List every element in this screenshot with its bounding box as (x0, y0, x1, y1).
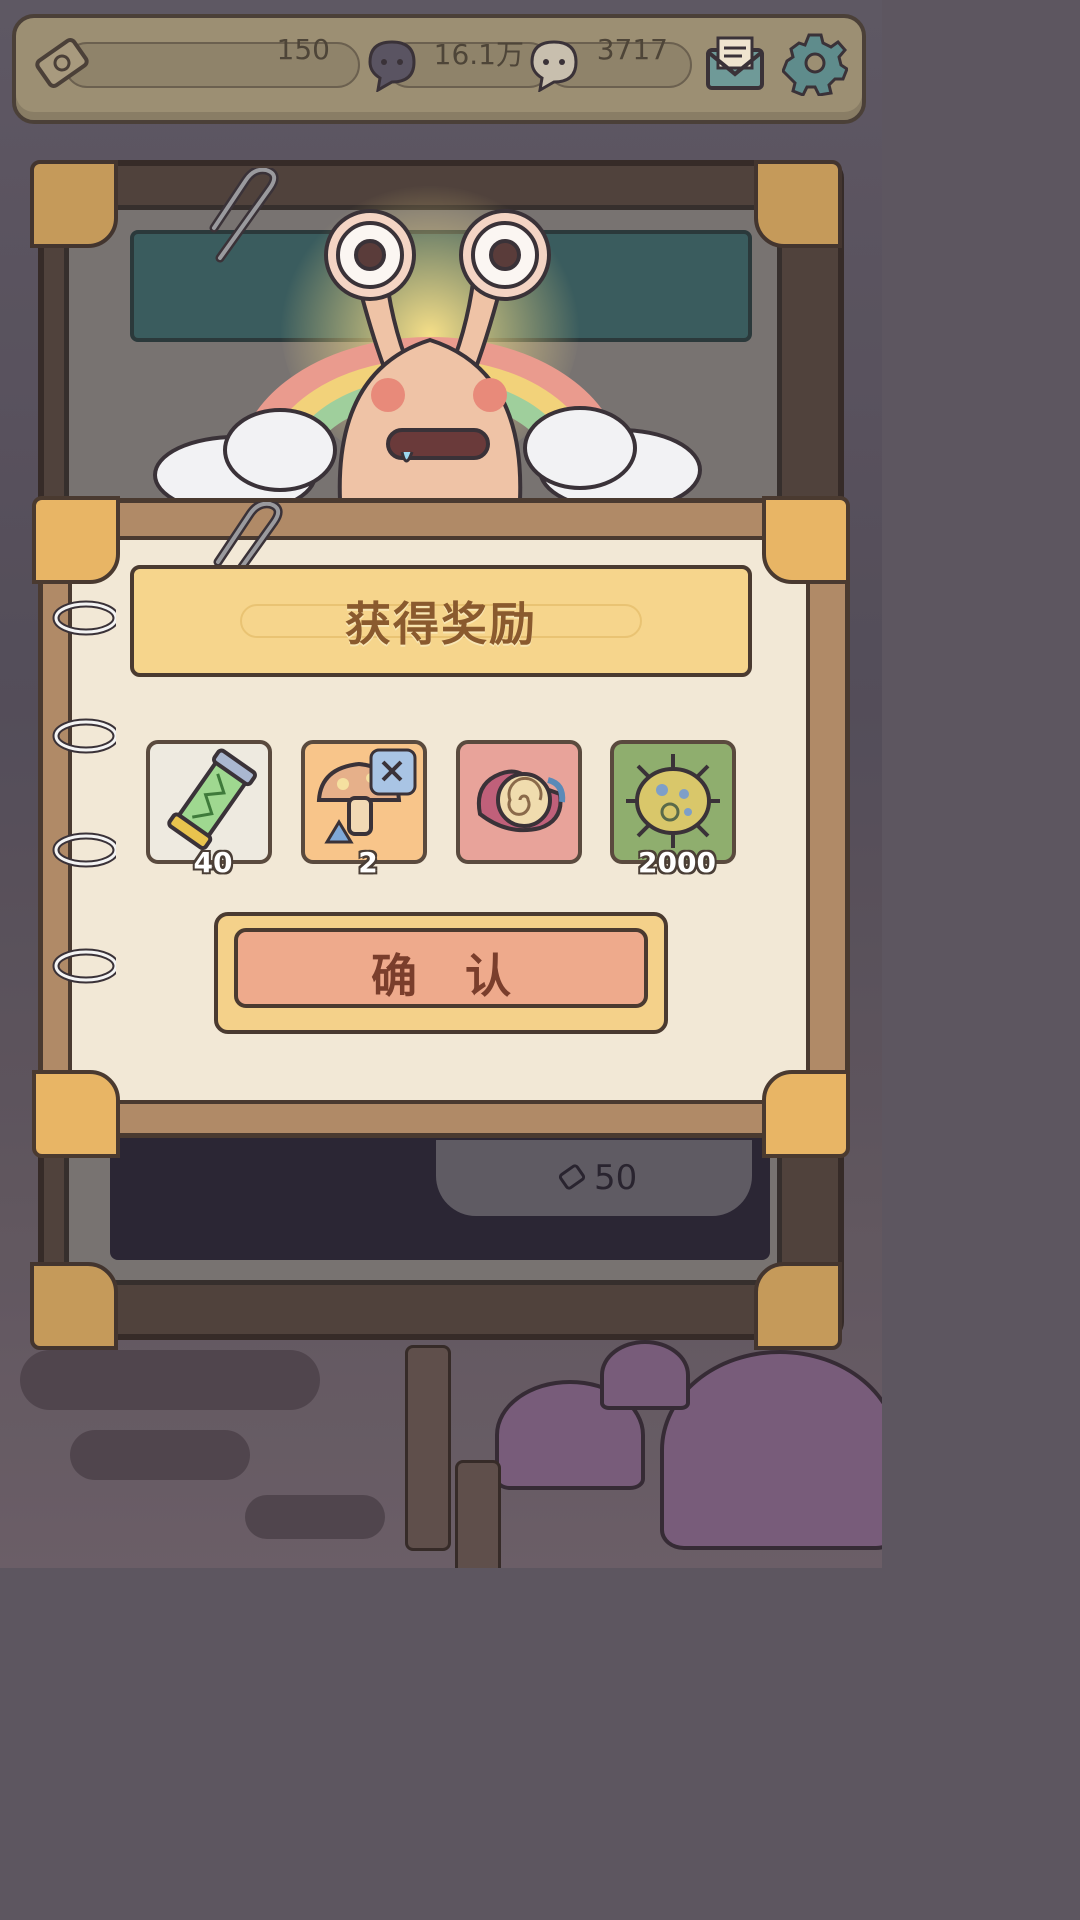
reward-count: 40 (193, 846, 233, 879)
dialog-corner (32, 1070, 120, 1158)
binder-ring-icon (52, 600, 116, 636)
ticket-icon (35, 38, 89, 88)
gear-icon[interactable] (782, 30, 848, 96)
dialog-corner (762, 496, 850, 584)
dialog-corner (762, 1070, 850, 1158)
battery-tube-icon (167, 748, 257, 851)
spotted-shell-icon (626, 754, 720, 848)
dark-gem-icon (368, 40, 416, 92)
ticket-value: 150 (276, 33, 330, 66)
binder-ring-icon (52, 948, 116, 984)
reward-title: 获得奖励 (345, 597, 537, 651)
binder-ring-icon (52, 832, 116, 868)
game-scene: 50 150 16.1万 3717 获得奖励 40 2 2000 确认 (0, 0, 882, 1568)
reward-count: 2000 (638, 846, 716, 879)
gem-value: 16.1万 (433, 38, 524, 71)
binder-ring-icon (52, 718, 116, 754)
mail-icon[interactable] (702, 32, 768, 94)
chat-bubble-icon (530, 40, 578, 92)
chat-value: 3717 (596, 33, 668, 66)
reward-item-shell[interactable] (456, 740, 582, 864)
paper-clip-icon (209, 168, 279, 263)
confirm-button-label: 确认 (371, 949, 559, 1003)
spiral-shell-icon (477, 769, 566, 833)
dialog-corner (32, 496, 120, 584)
reward-count: 2 (358, 846, 378, 879)
mushroom-card-icon (316, 748, 417, 844)
